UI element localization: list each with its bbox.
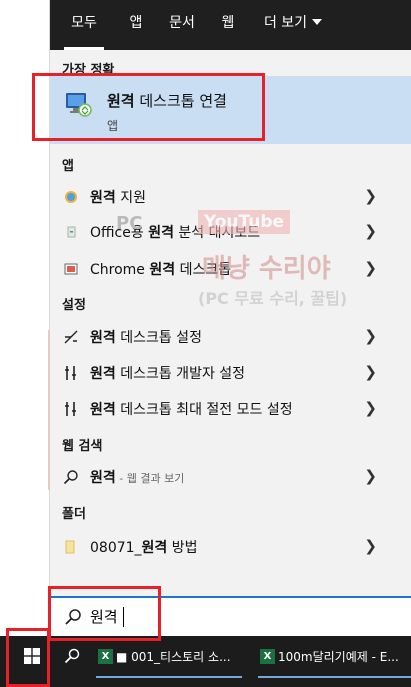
highlight-start-button	[6, 628, 50, 687]
taskbar-item-label: 100m달리기예제 - E...	[278, 649, 399, 664]
app-result-office-analytics[interactable]: Office용 원격 분석 대시보드 ❯	[50, 214, 411, 250]
web-search-suffix: - 웹 결과 보기	[115, 472, 185, 485]
chevron-right-icon[interactable]: ❯	[364, 259, 377, 277]
setting-bold: 원격	[90, 366, 116, 382]
chevron-right-icon[interactable]: ❯	[364, 363, 377, 381]
chevron-right-icon[interactable]: ❯	[364, 222, 377, 240]
setting-bold: 원격	[90, 402, 116, 418]
app-result-pre: Chrome	[90, 262, 150, 278]
setting-developer[interactable]: 원격 데스크톱 개발자 설정 ❯	[50, 355, 411, 391]
chevron-right-icon[interactable]: ❯	[364, 327, 377, 345]
setting-rest: 데스크톱 설정	[115, 330, 202, 346]
excel-icon: X	[98, 648, 113, 664]
folder-bold: 원격	[141, 540, 168, 556]
section-apps: 앱	[62, 159, 74, 174]
web-search-query: 원격	[90, 470, 116, 486]
folder-pre: 08071_	[90, 540, 142, 556]
setting-rest: 데스크톱 최대 절전 모드 설정	[115, 402, 293, 418]
chrome-remote-icon	[62, 260, 80, 278]
search-icon	[64, 648, 80, 664]
taskbar-item-indicator	[258, 676, 411, 678]
setting-remote-desktop[interactable]: 원격 데스크톱 설정 ❯	[50, 319, 411, 355]
chevron-right-icon[interactable]: ❯	[364, 537, 377, 555]
tab-documents[interactable]: 문서	[166, 0, 198, 50]
folder-rest: 방법	[167, 540, 198, 556]
taskbar: X ■ 001_티스토리 소... X 100m달리기예제 - E...	[0, 636, 411, 687]
filter-tab-bar: 모두 앱 문서 웹 더 보기	[50, 0, 411, 50]
section-settings: 설정	[62, 298, 86, 313]
setting-label: 원격 데스크톱 설정	[90, 327, 202, 347]
tab-web[interactable]: 웹	[216, 0, 240, 50]
watermark-subtitle: (PC 무료 수리, 꿀팁)	[198, 289, 348, 308]
app-result-remote-assistance[interactable]: 원격 지원 ❯	[50, 179, 411, 215]
remote-desktop-settings-icon	[62, 328, 80, 346]
app-result-rest: 지원	[115, 190, 146, 206]
tab-web-label: 웹	[221, 15, 235, 31]
app-result-bold: 원격	[149, 262, 176, 278]
sleep-settings-icon	[62, 400, 80, 418]
section-folders: 폴더	[62, 507, 86, 522]
taskbar-item-indicator	[96, 676, 242, 678]
taskbar-excel-window-1[interactable]: X ■ 001_티스토리 소...	[98, 636, 231, 676]
app-result-chrome-remote[interactable]: Chrome 원격 데스크톱 ❯	[50, 251, 411, 287]
folder-result[interactable]: 08071_원격 방법 ❯	[50, 529, 411, 565]
section-web-search: 웹 검색	[62, 439, 103, 454]
app-result-bold: 원격	[148, 225, 174, 241]
setting-sleep[interactable]: 원격 데스크톱 최대 절전 모드 설정 ❯	[50, 391, 411, 427]
tab-more-label: 더 보기	[263, 15, 308, 31]
tab-apps[interactable]: 앱	[124, 0, 148, 50]
web-search-result[interactable]: 원격 - 웹 결과 보기 ❯	[50, 459, 411, 495]
office-icon	[62, 223, 80, 241]
chevron-right-icon[interactable]: ❯	[364, 399, 377, 417]
remote-assistance-icon	[62, 188, 80, 206]
chevron-right-icon[interactable]: ❯	[364, 467, 377, 485]
taskbar-search-button[interactable]	[60, 636, 84, 676]
tab-documents-label: 문서	[169, 15, 195, 31]
folder-icon	[62, 538, 80, 556]
folder-label: 08071_원격 방법	[90, 537, 198, 557]
taskbar-excel-window-2[interactable]: X 100m달리기예제 - E...	[260, 636, 399, 676]
app-result-rest: 분석 대시보드	[173, 225, 261, 241]
app-result-rest: 데스크톱	[175, 262, 232, 278]
app-result-pre: Office용	[90, 225, 149, 241]
highlight-best-match	[32, 73, 265, 141]
setting-label: 원격 데스크톱 개발자 설정	[90, 363, 245, 383]
search-icon	[62, 468, 80, 486]
taskbar-item-label: ■ 001_티스토리 소...	[116, 649, 231, 664]
setting-label: 원격 데스크톱 최대 절전 모드 설정	[90, 399, 293, 419]
app-result-label: 원격 지원	[90, 187, 146, 207]
tab-apps-label: 앱	[129, 15, 143, 31]
app-result-label: Chrome 원격 데스크톱	[90, 259, 231, 279]
excel-icon: X	[260, 648, 275, 664]
tab-all-label: 모두	[71, 15, 97, 31]
tab-more[interactable]: 더 보기	[258, 0, 328, 50]
chevron-down-icon	[312, 19, 323, 25]
highlight-search-box	[48, 586, 161, 641]
tab-all[interactable]: 모두	[64, 0, 104, 50]
app-result-label: Office용 원격 분석 대시보드	[90, 222, 260, 242]
setting-bold: 원격	[90, 330, 116, 346]
developer-settings-icon	[62, 364, 80, 382]
app-result-bold: 원격	[90, 190, 116, 206]
chevron-right-icon[interactable]: ❯	[364, 187, 377, 205]
web-search-label: 원격 - 웹 결과 보기	[90, 467, 184, 487]
setting-rest: 데스크톱 개발자 설정	[115, 366, 246, 382]
